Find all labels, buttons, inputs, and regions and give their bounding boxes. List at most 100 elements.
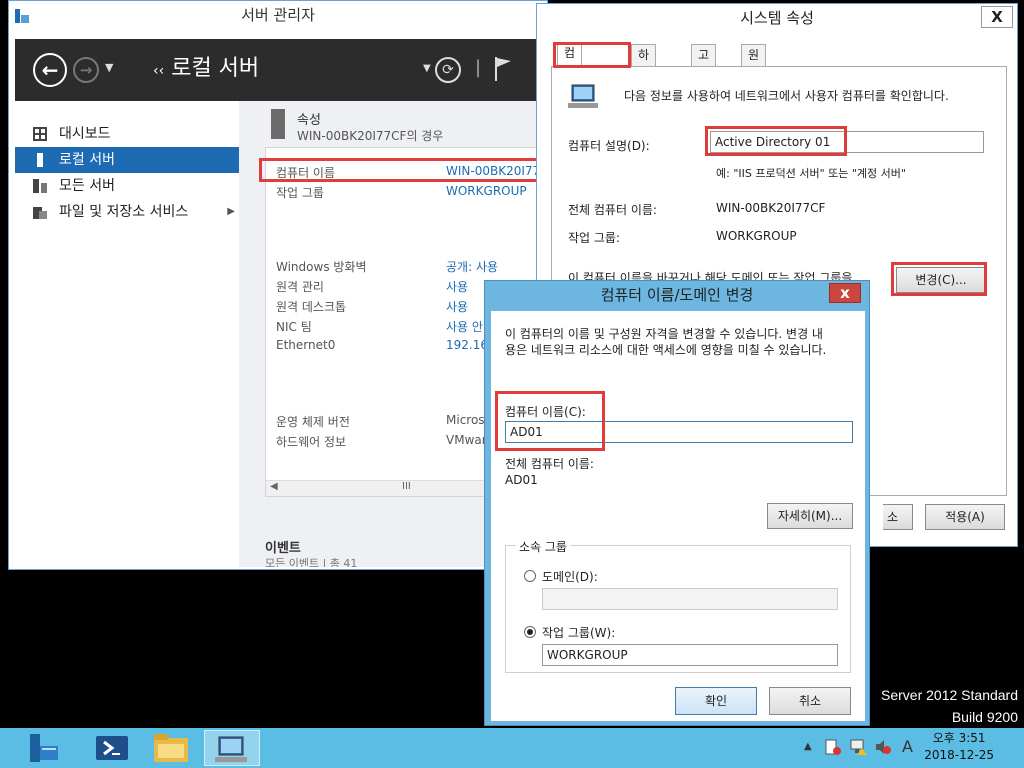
workgroup-radio[interactable] [524,626,536,638]
change-dialog-titlebar: 컴퓨터 이름/도메인 변경 [485,281,869,311]
prop-value-firewall-link[interactable]: 공개: 사용 [446,258,544,275]
back-icon[interactable]: ← [33,53,67,87]
server-manager-app-icon [15,9,29,23]
sidebar-item-local-server[interactable]: 로컬 서버 [15,147,239,173]
server-manager-title: 서버 관리자 [241,6,315,24]
sidebar-item-all-servers[interactable]: 모든 서버 [15,173,239,199]
taskbar-server-manager[interactable] [16,730,72,766]
flag-notifications-icon[interactable] [493,57,513,81]
properties-subtitle: WIN-00BK20I77CF의 경우 [297,129,444,143]
apply-button[interactable]: 적용(A) [925,504,1005,530]
more-button[interactable]: 자세히(M)... [767,503,853,529]
prop-label-firewall: Windows 방화벽 [276,260,367,274]
events-subtitle: 모든 이벤트 | 총 41 [265,557,358,567]
prop-label-ethernet: Ethernet0 [276,338,336,352]
server-properties-icon [271,109,285,139]
history-dropdown-icon[interactable]: ▼ [105,61,113,74]
prop-label-remote-desktop: 원격 데스크톱 [276,300,347,314]
close-icon[interactable]: x [829,283,861,303]
system-properties-title: 시스템 속성 [740,9,814,27]
member-of-group: 소속 그룹 도메인(D): 작업 그룹(W): WORKGROUP [505,538,851,673]
sidebar: 대시보드 로컬 서버 모든 서버 파일 및 저장소 서비스 ▶ [15,101,239,567]
forward-icon[interactable]: → [73,57,99,83]
prop-label-hardware: 하드웨어 정보 [276,435,347,449]
full-name-label: 전체 컴퓨터 이름: [568,203,657,217]
prop-label-workgroup: 작업 그룹 [276,186,324,200]
description-label: 컴퓨터 설명(D): [568,139,650,153]
highlight-computer-name [259,158,539,182]
desktop-edition: Server 2012 Standard [881,687,1018,703]
prop-label-nic-team: NIC 팀 [276,320,312,334]
ok-button[interactable]: 확인 [675,687,757,715]
network-icon[interactable] [850,738,868,756]
scroll-left-icon[interactable]: ◀ [270,481,278,492]
description-example: 예: "IIS 프로덕션 서버" 또는 "계정 서버" [716,167,906,180]
cancel-button-partial[interactable]: 소 [883,504,913,530]
sidebar-item-dashboard[interactable]: 대시보드 [15,121,239,147]
powershell-icon [96,736,128,760]
taskbar-system-properties[interactable] [204,730,260,766]
breadcrumb-prefix-icon: ‹‹ [153,63,165,79]
refresh-dropdown-icon[interactable]: ▼ [423,63,431,74]
intro-text: 다음 정보를 사용하여 네트워크에서 사용자 컴퓨터를 확인합니다. [624,89,949,103]
server-manager-icon [30,734,58,762]
tab-remote[interactable]: 원격 [741,44,767,82]
server-manager-header: ← → ▼ ‹‹ 로컬 서버 ▼ ⟳ | [15,39,543,101]
folder-icon [154,734,188,762]
taskbar-powershell[interactable] [84,730,140,766]
change-dialog-title: 컴퓨터 이름/도메인 변경 [600,286,754,304]
prop-label-os-version: 운영 체제 버전 [276,415,350,429]
action-center-icon[interactable] [824,738,842,756]
dashboard-icon [33,127,47,141]
workgroup-value: WORKGROUP [716,229,797,243]
domain-radio[interactable] [524,570,536,582]
domain-input[interactable] [542,588,838,610]
taskbar: ▲ A 오후 3:51 2018-12-25 [0,728,1024,768]
system-properties-titlebar: 시스템 속성 [537,4,1017,34]
cancel-button[interactable]: 취소 [769,687,851,715]
sidebar-item-label: 로컬 서버 [59,152,115,168]
change-intro-line1: 이 컴퓨터의 이름 및 구성원 자격을 변경할 수 있습니다. 변경 내 [505,327,823,341]
clock-date: 2018-12-25 [924,748,994,762]
close-icon[interactable]: X [981,6,1013,28]
desktop-branding: Server 2012 Standard Build 9200 [881,684,1018,728]
change-dialog-body: 이 컴퓨터의 이름 및 구성원 자격을 변경할 수 있습니다. 변경 내 용은 … [491,311,865,721]
change-name-domain-dialog: 컴퓨터 이름/도메인 변경 x 이 컴퓨터의 이름 및 구성원 자격을 변경할 … [484,280,870,726]
show-hidden-icons[interactable]: ▲ [804,741,812,752]
breadcrumb-current: 로컬 서버 [171,56,260,81]
scroll-thumb-grip[interactable]: III [402,481,411,492]
sidebar-item-file-storage[interactable]: 파일 및 저장소 서비스 ▶ [15,199,239,225]
system-computer-icon [215,736,247,762]
domain-label: 도메인(D): [542,570,598,584]
tab-hardware[interactable]: 하드웨어 [631,44,657,122]
sidebar-item-label: 대시보드 [59,126,111,142]
events-title: 이벤트 [265,541,301,556]
member-of-label: 소속 그룹 [516,538,570,555]
clock-time: 오후 3:51 [932,731,986,745]
full-name-value: WIN-00BK20I77CF [716,201,826,215]
prop-label-remote-mgmt: 원격 관리 [276,280,324,294]
ime-indicator[interactable]: A [902,737,913,756]
local-server-icon [37,153,43,167]
workgroup-input[interactable]: WORKGROUP [542,644,838,666]
workgroup-radio-label: 작업 그룹(W): [542,626,616,640]
tab-advanced[interactable]: 고급 [691,44,717,82]
page-title: ‹‹ 로컬 서버 [153,55,259,85]
taskbar-file-explorer[interactable] [144,730,200,766]
expand-arrow-icon[interactable]: ▶ [227,199,235,225]
server-manager-window: 서버 관리자 ← → ▼ ‹‹ 로컬 서버 ▼ ⟳ | 대시보드 로컬 서버 모… [8,0,548,570]
full-computer-name-value: AD01 [505,473,538,487]
file-storage-icon [33,207,47,219]
sidebar-item-label: 모든 서버 [59,178,115,194]
header-divider: | [475,57,482,78]
prop-value-workgroup-link[interactable]: WORKGROUP [446,184,544,198]
all-servers-icon [33,179,47,193]
sidebar-item-label: 파일 및 저장소 서비스 [59,204,189,220]
highlight-computer-name-field [495,391,605,451]
highlight-computer-name-tab [553,42,631,68]
server-manager-titlebar: 서버 관리자 [9,1,547,31]
volume-muted-icon[interactable] [874,738,892,756]
clock[interactable]: 오후 3:51 2018-12-25 [924,730,994,764]
refresh-icon[interactable]: ⟳ [435,57,461,83]
desktop-build: Build 9200 [951,709,1018,725]
